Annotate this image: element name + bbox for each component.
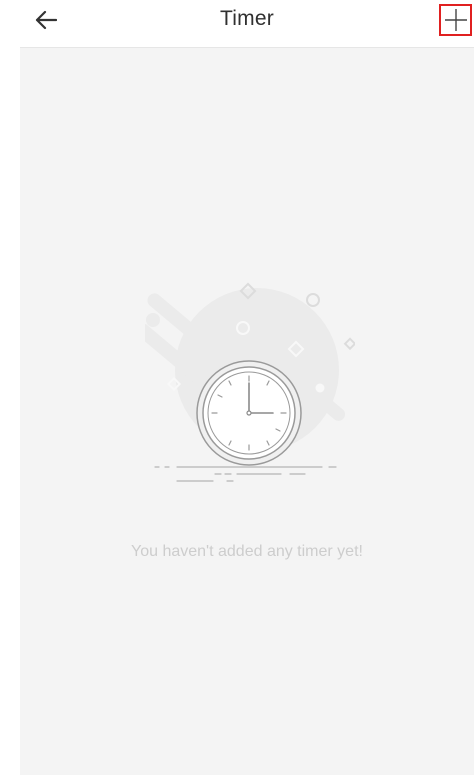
app-header: Timer	[20, 0, 474, 48]
empty-state-message: You haven't added any timer yet!	[131, 543, 363, 560]
page-title: Timer	[220, 7, 274, 30]
clock-icon	[145, 282, 355, 482]
add-timer-button[interactable]	[439, 4, 472, 36]
plus-icon	[444, 9, 467, 31]
timer-screen: Timer You haven't added any timer yet!	[0, 0, 474, 775]
timer-list-area: You haven't added any timer yet!	[20, 48, 474, 775]
